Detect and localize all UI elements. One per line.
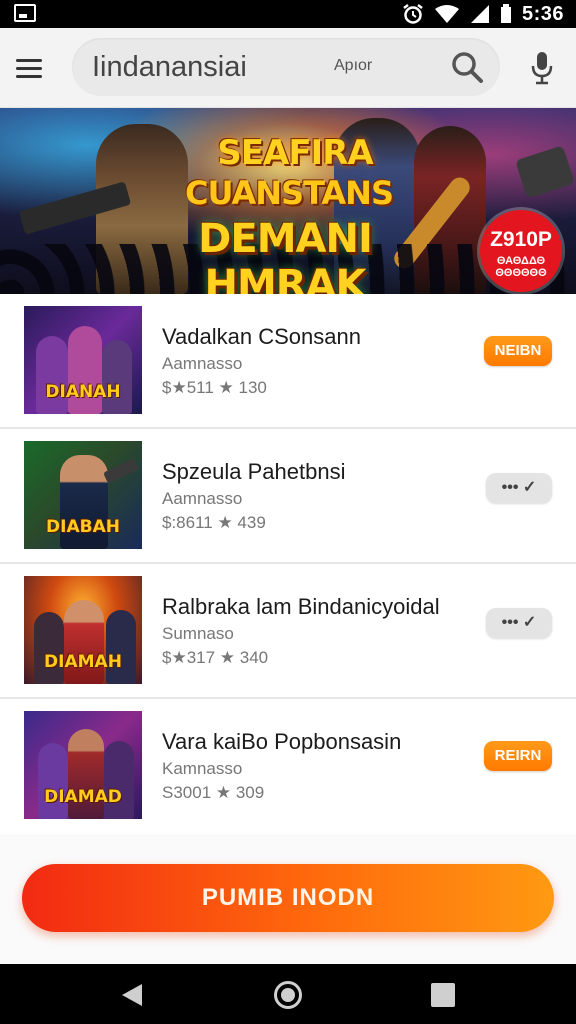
wifi-icon bbox=[434, 5, 459, 23]
thumbnail-caption: DIABAH bbox=[46, 517, 120, 537]
app-thumbnail[interactable]: DIAMAD bbox=[24, 711, 142, 819]
install-button[interactable]: REIRN bbox=[484, 741, 552, 771]
character-figure bbox=[34, 612, 64, 684]
list-item[interactable]: DIAMAD Vara kaiBo Popbonsasin Kamnasso S… bbox=[0, 699, 576, 834]
banner-title-mid: CUANSTANS bbox=[184, 174, 394, 212]
app-title[interactable]: Vadalkan CSonsann bbox=[162, 324, 361, 350]
menu-line bbox=[16, 58, 42, 62]
screenshot-icon bbox=[14, 4, 36, 22]
price-badge[interactable]: Z910P ΘΑΘΔΔΘ ΘΘΘΘΘΘ bbox=[480, 210, 562, 292]
badge-text: ΘΑΘΔΔΘ ΘΘΘΘΘΘ bbox=[495, 255, 547, 279]
thumbnail-caption: DIAMAH bbox=[44, 652, 122, 672]
character-figure bbox=[36, 336, 68, 414]
app-developer: Aamnasso bbox=[162, 489, 243, 508]
app-rating: $★317 ★ 340 bbox=[162, 648, 269, 667]
badge-price: Z910P bbox=[490, 228, 552, 251]
app-developer: Kamnasso bbox=[162, 759, 243, 778]
alarm-icon bbox=[403, 4, 423, 24]
battery-icon bbox=[500, 4, 511, 23]
home-icon[interactable] bbox=[274, 981, 302, 1009]
character-figure bbox=[104, 741, 134, 819]
app-title[interactable]: Ralbraka lam Bindanicyoidal bbox=[162, 594, 440, 620]
app-thumbnail[interactable]: DIANAH bbox=[24, 306, 142, 414]
status-bar: 5:36 bbox=[0, 0, 576, 28]
status-time: 5:36 bbox=[521, 2, 564, 25]
app-thumbnail[interactable]: DIAMAH bbox=[24, 576, 142, 684]
character-figure bbox=[38, 743, 68, 819]
install-button[interactable]: NEIBN bbox=[484, 336, 552, 366]
app-developer: Sumnaso bbox=[162, 624, 234, 643]
search-input[interactable] bbox=[92, 38, 332, 96]
character-figure bbox=[106, 610, 136, 684]
search-bar[interactable]: Apıor bbox=[72, 38, 500, 96]
status-icons: 5:36 bbox=[402, 3, 564, 25]
thumbnail-caption: DIANAH bbox=[45, 382, 121, 402]
app-list: DIANAH Vadalkan CSonsann Aamnasso $★511 … bbox=[0, 294, 576, 834]
character-figure bbox=[103, 458, 139, 484]
more-options-button[interactable]: ••• ✓ bbox=[486, 473, 552, 503]
search-icon[interactable] bbox=[450, 50, 484, 84]
app-rating: S3001 ★ 309 bbox=[162, 783, 265, 802]
app-bar: Apıor bbox=[0, 28, 576, 108]
list-item[interactable]: DIABAH Spzeula Pahetbnsi Aamnasso $:8611… bbox=[0, 429, 576, 564]
signal-icon bbox=[470, 5, 489, 23]
list-item[interactable]: DIANAH Vadalkan CSonsann Aamnasso $★511 … bbox=[0, 294, 576, 429]
menu-icon[interactable] bbox=[16, 50, 54, 86]
primary-cta-button[interactable]: PUMIB INODN bbox=[22, 864, 554, 932]
character-figure bbox=[515, 145, 575, 199]
app-rating: $:8611 ★ 439 bbox=[162, 513, 266, 532]
recent-apps-icon[interactable] bbox=[431, 983, 455, 1007]
app-title[interactable]: Vara kaiBo Popbonsasin bbox=[162, 729, 401, 755]
promo-banner[interactable]: SEAFIRA CUANSTANS DEMANI HMRAK Z910P ΘΑΘ… bbox=[0, 108, 576, 294]
mic-icon[interactable] bbox=[530, 50, 554, 86]
character-figure bbox=[102, 340, 132, 414]
thumbnail-caption: DIAMAD bbox=[44, 787, 122, 807]
app-title[interactable]: Spzeula Pahetbnsi bbox=[162, 459, 345, 485]
back-icon[interactable] bbox=[120, 982, 144, 1008]
system-nav-bar bbox=[0, 964, 576, 1024]
app-rating: $★511 ★ 130 bbox=[162, 378, 267, 397]
list-item[interactable]: DIAMAH Ralbraka lam Bindanicyoidal Sumna… bbox=[0, 564, 576, 699]
more-options-button[interactable]: ••• ✓ bbox=[486, 608, 552, 638]
banner-title-main: DEMANI HMRAK bbox=[198, 216, 373, 294]
banner-title-top: SEAFIRA bbox=[217, 133, 373, 173]
menu-line bbox=[16, 74, 42, 78]
app-developer: Aamnasso bbox=[162, 354, 243, 373]
menu-line bbox=[16, 66, 42, 70]
screen: 5:36 Apıor SEAFIRA bbox=[0, 0, 576, 1024]
search-chip[interactable]: Apıor bbox=[334, 57, 372, 75]
app-thumbnail[interactable]: DIABAH bbox=[24, 441, 142, 549]
